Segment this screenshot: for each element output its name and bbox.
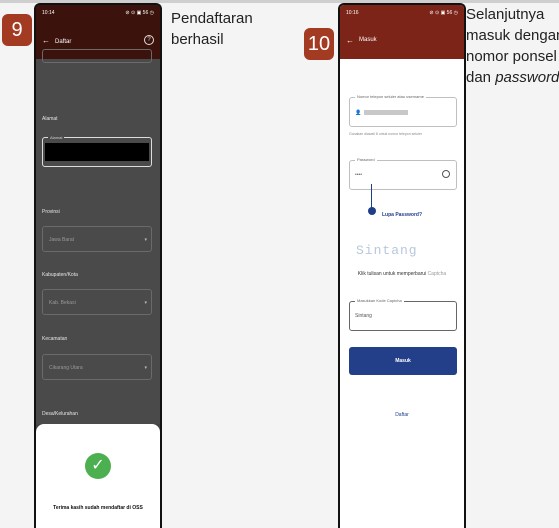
- checkmark-icon: ✓: [85, 453, 111, 479]
- password-legend: Password: [355, 157, 377, 162]
- captcha-refresh-link[interactable]: Captcha: [428, 271, 447, 277]
- kabupaten-value: Kab. Bekasi: [49, 300, 76, 306]
- chevron-down-icon: ▾: [144, 237, 147, 243]
- status-bar: 10:16 ⊘ ⊙ ▣ 56 ◷: [340, 5, 464, 21]
- captcha-input[interactable]: Masukkan Kode Captcha Sintang: [349, 298, 457, 331]
- status-icons: ⊘ ⊙ ▣ 56 ◷: [429, 10, 458, 16]
- phone-hint: Gunakan diawali 8 untuk nomor telepon se…: [349, 132, 422, 136]
- provinsi-label: Provinsi: [42, 209, 60, 215]
- caption-line: nomor ponsel: [466, 48, 557, 65]
- back-arrow-icon[interactable]: ←: [346, 36, 354, 45]
- captcha-refresh-text: Klik tulisan untuk memperbarui Captcha: [340, 271, 464, 277]
- caption-line: dan password: [466, 67, 559, 88]
- redacted-address: [45, 143, 149, 161]
- app-bar-title: Daftar: [55, 38, 72, 45]
- captcha-refresh-label: Klik tulisan untuk memperbarui: [357, 271, 427, 277]
- kecamatan-dropdown[interactable]: Cikarang Utara ▾: [42, 354, 152, 380]
- step9-caption: Pendaftaran berhasil: [171, 8, 253, 50]
- captcha-legend: Masukkan Kode Captcha: [355, 298, 404, 303]
- status-time: 10:16: [346, 10, 359, 16]
- captcha-input-value: Sintang: [355, 313, 372, 319]
- provinsi-dropdown[interactable]: Jawa Barat ▾: [42, 226, 152, 252]
- provinsi-value: Jawa Barat: [49, 237, 75, 243]
- password-value: ••••: [355, 172, 363, 178]
- redacted-phone: [364, 110, 409, 116]
- phone-input-value: 👤: [355, 110, 409, 116]
- login-button[interactable]: Masuk: [349, 347, 457, 375]
- caption-line: berhasil: [171, 31, 224, 48]
- caption-line: Selanjutnya: [466, 6, 545, 23]
- phone-screenshot-registration: 10:14 ⊘ ⊙ ▣ 56 ◷ ← Daftar ? Alamat Alamat…: [34, 3, 162, 528]
- success-message: Terima kasih sudah mendaftar di OSS: [53, 505, 143, 511]
- register-link[interactable]: Daftar: [340, 412, 464, 418]
- app-bar-title: Masuk: [359, 37, 377, 43]
- kabupaten-label: Kabupaten/Kota: [42, 272, 78, 278]
- registration-form-dimmed: Alamat Alamat Provinsi Jawa Barat ▾ Kabu…: [36, 49, 160, 424]
- back-arrow-icon[interactable]: ←: [42, 36, 50, 45]
- caption-line: Pendaftaran: [171, 10, 253, 27]
- alamat-label: Alamat: [42, 116, 58, 122]
- caption-line: masuk dengan: [466, 27, 559, 44]
- text-cursor-handle: [371, 184, 372, 208]
- status-bar: 10:14 ⊘ ⊙ ▣ 56 ◷: [36, 5, 160, 21]
- kecamatan-label: Kecamatan: [42, 336, 68, 342]
- success-bottom-sheet: ✓ Terima kasih sudah mendaftar di OSS: [36, 424, 160, 528]
- help-icon[interactable]: ?: [144, 35, 154, 45]
- step10-caption: Selanjutnya masuk dengan nomor ponsel da…: [466, 4, 559, 88]
- phone-username-input[interactable]: Nomor telepon seluler atau username 👤: [349, 94, 457, 127]
- password-input[interactable]: Password ••••: [349, 157, 457, 190]
- caption-word: dan: [466, 69, 492, 86]
- caption-italic-word: password: [495, 69, 559, 86]
- alamat-legend: Alamat: [48, 135, 65, 140]
- kecamatan-value: Cikarang Utara: [49, 365, 83, 371]
- phone-input-legend: Nomor telepon seluler atau username: [355, 94, 426, 99]
- app-bar: ← Masuk: [340, 21, 464, 59]
- status-icons: ⊘ ⊙ ▣ 56 ◷: [125, 10, 154, 16]
- step-number-badge: 10: [304, 28, 334, 60]
- desa-label: Desa/Kelurahan: [42, 411, 78, 417]
- phone-screenshot-login: 10:16 ⊘ ⊙ ▣ 56 ◷ ← Masuk Nomor telepon s…: [338, 3, 466, 528]
- chevron-down-icon: ▾: [144, 365, 147, 371]
- forgot-password-link[interactable]: Lupa Password?: [340, 212, 464, 218]
- kabupaten-dropdown[interactable]: Kab. Bekasi ▾: [42, 289, 152, 315]
- step-number-badge: 9: [2, 14, 32, 46]
- eye-icon[interactable]: [442, 170, 450, 178]
- captcha-image[interactable]: Sintang: [356, 243, 418, 258]
- status-time: 10:14: [42, 10, 55, 16]
- previous-field[interactable]: [42, 49, 152, 63]
- chevron-down-icon: ▾: [144, 300, 147, 306]
